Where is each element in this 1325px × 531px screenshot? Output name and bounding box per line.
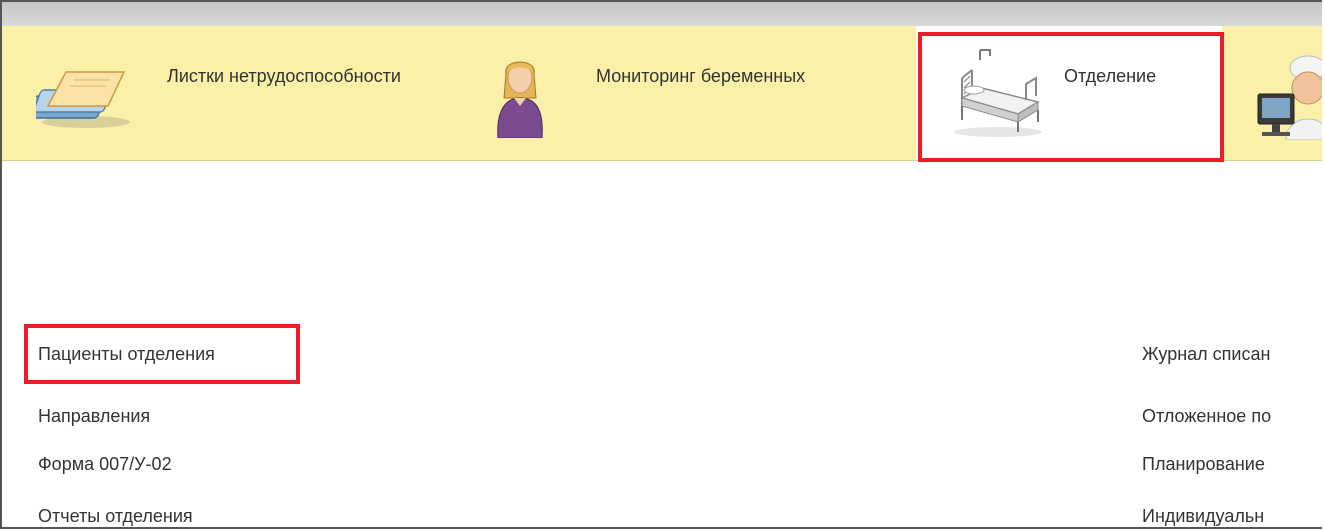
- doctor-at-computer-icon: [1250, 50, 1322, 145]
- section-label-department: Отделение: [1064, 66, 1157, 86]
- link-individual[interactable]: Индивидуальн: [1142, 504, 1264, 527]
- pregnant-woman-icon: [492, 54, 548, 143]
- section-label-pregnancy-monitoring: Мониторинг беременных: [596, 66, 806, 86]
- link-department-reports[interactable]: Отчеты отделения: [38, 504, 193, 527]
- section-label-sick-leave: Листки нетрудоспособности: [167, 66, 401, 86]
- section-doctor-workplace[interactable]: [1242, 26, 1322, 160]
- link-referrals[interactable]: Направления: [38, 404, 150, 428]
- section-department[interactable]: Отделение: [916, 26, 1222, 160]
- link-planning[interactable]: Планирование: [1142, 452, 1265, 476]
- section-panel: Листки нетрудоспособности Мониторинг бер…: [2, 26, 1322, 161]
- window-top-bar: [2, 2, 1322, 26]
- link-department-patients[interactable]: Пациенты отделения: [38, 342, 215, 366]
- link-form-007[interactable]: Форма 007/У-02: [38, 452, 172, 476]
- hospital-bed-icon: [946, 48, 1046, 145]
- section-pregnancy-monitoring[interactable]: Мониторинг беременных: [464, 26, 912, 160]
- link-write-off-journal[interactable]: Журнал списан: [1142, 342, 1270, 366]
- link-deferred[interactable]: Отложенное по: [1142, 404, 1271, 428]
- sick-leave-documents-icon: [27, 66, 132, 135]
- app-window: Листки нетрудоспособности Мониторинг бер…: [0, 0, 1322, 529]
- section-sick-leave[interactable]: Листки нетрудоспособности: [2, 26, 462, 160]
